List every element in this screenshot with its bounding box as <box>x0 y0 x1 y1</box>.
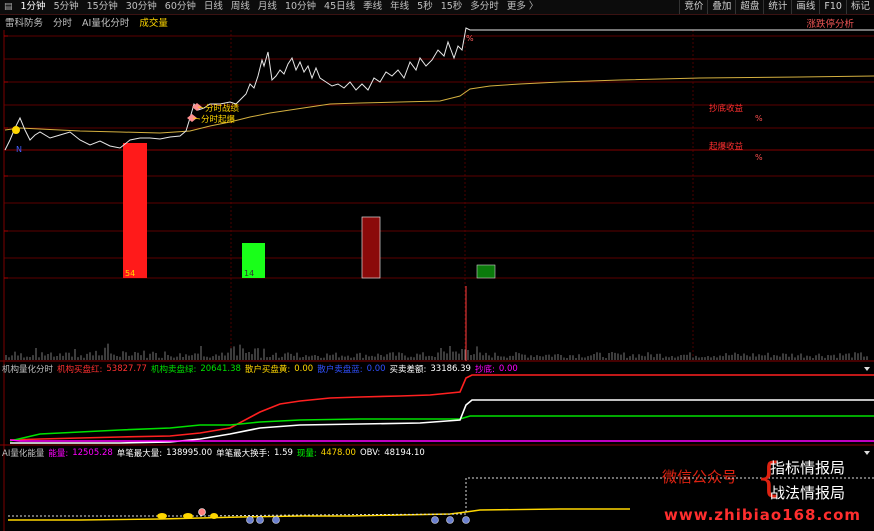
marker-dot <box>256 516 264 524</box>
profit-percent-icon: % <box>755 114 763 123</box>
diff-value: 33186.39 <box>430 364 471 374</box>
marker-blob <box>183 513 193 519</box>
max-turnover-value: 1.59 <box>273 448 293 458</box>
bottom-profit-title: 抄底收益 <box>709 104 744 114</box>
inst-buy-value: 53827.77 <box>106 364 147 374</box>
obv-value: 48194.10 <box>384 448 425 458</box>
bar-red-large <box>123 143 147 278</box>
bar-darkgreen <box>476 264 496 279</box>
watermark-wechat: 微信公众号 <box>662 468 738 486</box>
watermark-site: www.zhibiao168.com <box>664 506 862 524</box>
watermark-line1: 指标情报局 <box>770 459 846 477</box>
max-vol-key: 单笔最大量: <box>116 449 163 459</box>
left-ticks <box>4 35 8 279</box>
marker-n: N <box>16 145 22 154</box>
inst-buy-key: 机构买盘红: <box>57 365 103 375</box>
marker-dot <box>198 508 206 516</box>
quant-intraday-infobar: 机构量化分时 机构买盘红: 53827.77 机构卖盘绿: 20641.38 散… <box>0 363 874 375</box>
profit-percent-icon: % <box>755 153 763 162</box>
inst-sell-value: 20641.38 <box>200 364 241 374</box>
volume-bars <box>5 343 868 360</box>
marker-dot <box>431 516 439 524</box>
retail-sell-value: 0.00 <box>366 364 386 374</box>
marker-dot <box>446 516 454 524</box>
max-turnover-key: 单笔最大换手: <box>216 449 270 459</box>
start-marker <box>12 126 20 134</box>
bottom-value: 0.00 <box>498 364 518 374</box>
watermark-line2: 战法情报局 <box>770 484 846 502</box>
marker-blob <box>210 513 218 519</box>
breakout-profit-title: 起爆收益 <box>709 142 744 152</box>
energy-key: 能量: <box>48 449 69 459</box>
marker-blob <box>157 513 167 519</box>
bar-red-label: 54 <box>125 269 136 278</box>
average-price-line <box>4 75 874 134</box>
price-high-marker: % <box>466 34 474 43</box>
retail-buy-key: 散户买盘黄: <box>244 365 291 375</box>
marker-dot <box>462 516 470 524</box>
price-line <box>4 27 874 151</box>
diff-key: 买卖差额: <box>389 365 427 375</box>
ai-energy-name: AI量化能量 <box>2 449 45 459</box>
max-vol-value: 138995.00 <box>166 448 213 458</box>
retail-magenta-line <box>9 439 874 442</box>
marker-dot <box>272 516 280 524</box>
retail-sell-key: 散户卖盘蓝: <box>317 365 363 375</box>
bar-green-label: 14 <box>244 269 255 278</box>
retail-buy-value: 0.00 <box>294 364 314 374</box>
inst-buy-red-line <box>9 374 874 441</box>
obv-key: OBV: <box>359 448 381 458</box>
inst-sell-key: 机构卖盘绿: <box>150 365 197 375</box>
energy-yellow-line <box>8 508 630 521</box>
energy-value: 12505.28 <box>72 448 113 458</box>
bar-darkred <box>361 216 381 279</box>
bottom-key: 抄底: <box>474 365 495 375</box>
marker-dot <box>246 516 254 524</box>
cur-vol-key: 现量: <box>296 449 317 459</box>
cur-vol-value: 4478.00 <box>320 448 356 458</box>
annotation-intraday-breakout: 分时起爆 <box>201 115 236 125</box>
quant-intraday-name: 机构量化分时 <box>2 365 54 375</box>
trading-window: ▤ 1分钟 5分钟 15分钟 30分钟 60分钟 日线 周线 月线 10分钟 4… <box>0 0 874 531</box>
ai-energy-infobar: AI量化能量 能量: 12505.28 单笔最大量: 138995.00 单笔最… <box>0 447 874 459</box>
